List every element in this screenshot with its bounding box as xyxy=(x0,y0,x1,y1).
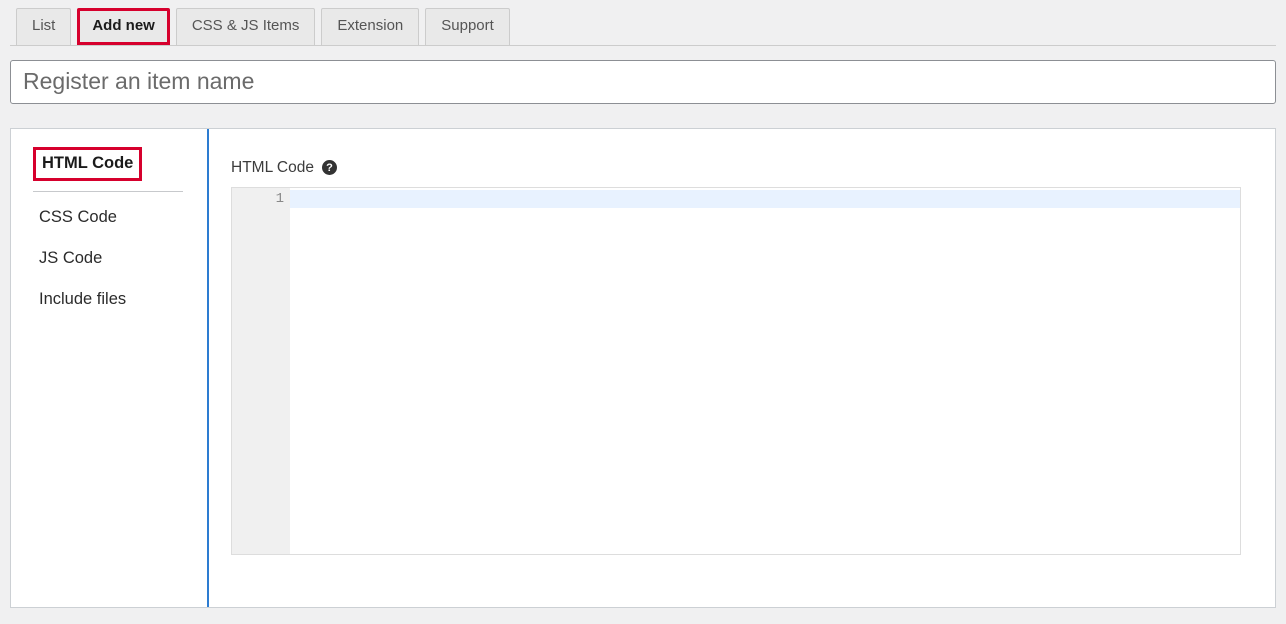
side-tab-css[interactable]: CSS Code xyxy=(33,198,183,239)
help-icon[interactable]: ? xyxy=(322,160,337,175)
tab-extension[interactable]: Extension xyxy=(321,8,419,45)
side-tabs: HTML Code CSS Code JS Code Include files xyxy=(11,129,209,607)
editor-content: HTML Code ? 1 xyxy=(209,129,1275,607)
side-tab-include-files[interactable]: Include files xyxy=(33,280,183,321)
tab-css-js-items[interactable]: CSS & JS Items xyxy=(176,8,316,45)
line-number: 1 xyxy=(232,190,284,209)
top-tabs: List Add new CSS & JS Items Extension Su… xyxy=(10,0,1276,46)
side-tab-js[interactable]: JS Code xyxy=(33,239,183,280)
item-name-input[interactable] xyxy=(10,60,1276,104)
code-textarea[interactable] xyxy=(290,188,1240,554)
editor-label: HTML Code xyxy=(231,159,314,177)
code-gutter: 1 xyxy=(232,188,290,554)
tab-add-new[interactable]: Add new xyxy=(77,8,170,45)
tab-support[interactable]: Support xyxy=(425,8,510,45)
tab-list[interactable]: List xyxy=(16,8,71,45)
editor-panel: HTML Code CSS Code JS Code Include files… xyxy=(10,128,1276,608)
side-tab-html[interactable]: HTML Code xyxy=(33,147,142,182)
code-editor: 1 xyxy=(231,187,1241,555)
